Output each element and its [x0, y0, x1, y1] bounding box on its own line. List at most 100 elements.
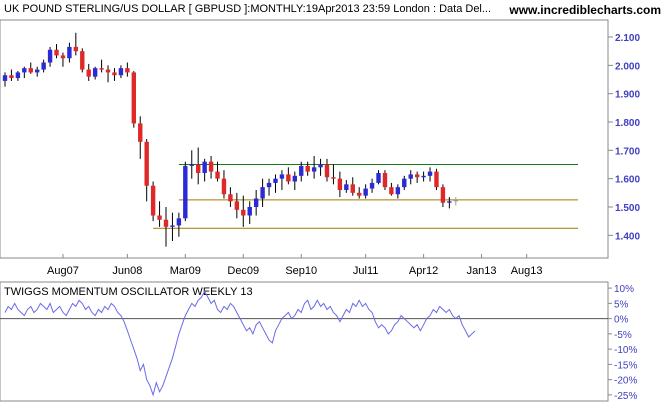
- oscillator-y-tick-label: 0%: [614, 315, 629, 326]
- oscillator-y-tick-label: -15%: [614, 360, 637, 371]
- oscillator-y-tick-label: -5%: [614, 330, 632, 341]
- candle-body: [357, 192, 362, 196]
- chart-canvas: UK POUND STERLING/US DOLLAR [ GBPUSD ]:M…: [0, 3, 661, 402]
- candle-body: [247, 207, 252, 216]
- candle-body: [118, 68, 124, 76]
- candle-body: [434, 171, 439, 188]
- candle-body: [138, 123, 143, 142]
- candle-body: [28, 68, 33, 73]
- candle-body: [376, 173, 381, 183]
- candle-body: [125, 68, 130, 73]
- candle-body: [86, 69, 91, 77]
- candle-body: [266, 182, 272, 188]
- oscillator-y-tick-label: 5%: [614, 299, 629, 310]
- price-y-tick-label: 1.600: [615, 175, 640, 186]
- site-watermark: www.incrediblecharts.com: [508, 3, 661, 17]
- price-x-tick-label: Jan13: [467, 265, 497, 277]
- candle-body: [2, 75, 8, 81]
- candle-body: [196, 164, 201, 173]
- candle-body: [112, 72, 117, 76]
- candle-body: [299, 165, 304, 176]
- candle-body: [273, 178, 278, 183]
- oscillator-y-tick-label: -25%: [614, 391, 637, 402]
- candle-body: [241, 209, 246, 216]
- candle-body: [189, 164, 194, 166]
- price-y-tick-label: 1.700: [615, 146, 640, 157]
- candle-body: [447, 201, 452, 203]
- candle-body: [221, 178, 227, 195]
- candle-body: [453, 199, 458, 202]
- oscillator-y-tick-label: -10%: [614, 345, 637, 356]
- price-y-tick-label: 1.400: [615, 231, 640, 242]
- candle-body: [60, 55, 66, 59]
- price-x-tick-label: Jul11: [353, 265, 378, 277]
- candle-body: [369, 182, 375, 189]
- candle-body: [350, 184, 355, 193]
- candle-body: [35, 69, 40, 73]
- candle-body: [344, 184, 349, 190]
- candle-body: [260, 187, 265, 199]
- candle-body: [208, 161, 214, 172]
- candle-body: [331, 177, 336, 179]
- price-y-tick-label: 2.000: [615, 61, 640, 72]
- candle-body: [144, 141, 149, 186]
- candle-body: [54, 49, 59, 56]
- candle-body: [253, 198, 259, 207]
- candle-body: [440, 187, 446, 203]
- candle-body: [67, 46, 72, 59]
- candle-body: [80, 51, 85, 70]
- price-x-tick-label: Sep10: [285, 265, 317, 277]
- candle-body: [41, 62, 46, 70]
- candle-body: [105, 69, 111, 73]
- price-y-tick-label: 1.500: [615, 203, 640, 214]
- candle-body: [215, 171, 220, 179]
- candle-body: [421, 175, 426, 178]
- candle-body: [382, 173, 388, 188]
- candle-body: [131, 72, 136, 124]
- oscillator-title: TWIGGS MOMENTUM OSCILLATOR WEEKLY 13: [4, 286, 253, 298]
- candle-body: [427, 171, 433, 176]
- candle-body: [234, 201, 240, 210]
- price-y-tick-label: 2.100: [615, 33, 640, 44]
- candle-body: [324, 164, 330, 178]
- candle-body: [73, 46, 79, 52]
- candle-body: [395, 187, 401, 195]
- candle-body: [9, 75, 14, 79]
- candle-body: [99, 68, 104, 70]
- candle-body: [47, 49, 53, 63]
- chart-title: UK POUND STERLING/US DOLLAR [ GBPUSD ]:M…: [4, 3, 491, 15]
- candle-body: [414, 174, 420, 178]
- oscillator-y-tick-label: 10%: [614, 284, 634, 295]
- candle-body: [408, 174, 413, 179]
- candle-body: [363, 188, 368, 196]
- candle-body: [170, 225, 175, 227]
- candle-body: [163, 219, 169, 227]
- candle-body: [183, 165, 188, 219]
- price-x-tick-label: Aug13: [511, 265, 543, 277]
- candle-body: [389, 187, 394, 195]
- price-x-tick-label: Jun08: [112, 265, 142, 277]
- price-panel-frame: [0, 19, 609, 259]
- candle-body: [157, 215, 162, 220]
- price-x-tick-label: Apr12: [409, 265, 438, 277]
- oscillator-y-tick-label: -20%: [614, 376, 637, 387]
- candle-body: [337, 178, 343, 190]
- candle-body: [279, 174, 285, 179]
- oscillator-panel-frame: [0, 281, 609, 402]
- candle-body: [150, 185, 156, 216]
- candle-body: [305, 165, 310, 172]
- candle-body: [202, 161, 207, 173]
- candle-body: [92, 68, 98, 77]
- oscillator-y-axis: 10% 5% 0% -5% -10% -15% -20% -25%: [608, 284, 637, 402]
- price-x-tick-label: Mar09: [170, 265, 201, 277]
- candle-body: [311, 167, 317, 172]
- price-y-tick-label: 1.800: [615, 118, 640, 129]
- candle-body: [292, 175, 297, 182]
- candle-body: [318, 164, 323, 168]
- price-x-tick-label: Aug07: [47, 265, 79, 277]
- candle-body: [286, 174, 291, 182]
- candle-body: [402, 178, 407, 188]
- candle-body: [15, 72, 21, 79]
- candle-body: [228, 194, 233, 202]
- candle-body: [176, 218, 182, 226]
